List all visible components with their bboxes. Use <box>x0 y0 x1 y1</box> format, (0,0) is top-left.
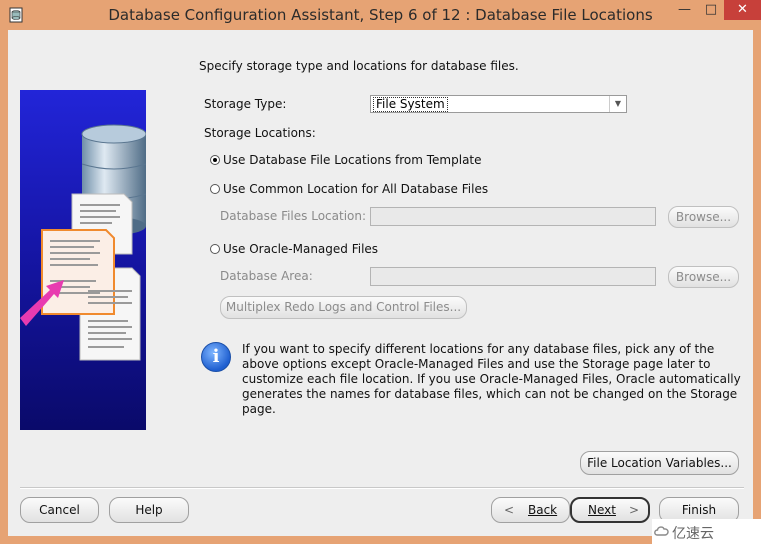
back-button-label: Back <box>528 503 558 517</box>
db-files-location-field[interactable] <box>370 207 656 226</box>
database-files-graphic <box>20 124 146 361</box>
site-watermark: 亿速云 <box>652 519 761 544</box>
dialog-body: Specify storage type and locations for d… <box>8 30 753 536</box>
file-location-variables-button[interactable]: File Location Variables... <box>580 451 739 475</box>
storage-locations-label: Storage Locations: <box>204 126 316 140</box>
chevron-left-icon: < <box>504 503 515 517</box>
maximize-button[interactable]: □ <box>698 0 724 20</box>
chevron-right-icon: > <box>629 503 640 517</box>
back-button[interactable]: < Back <box>491 497 570 523</box>
wizard-illustration <box>20 90 146 430</box>
storage-type-value: File System <box>373 97 448 112</box>
radio-common-location[interactable] <box>210 184 220 194</box>
database-area-label: Database Area: <box>220 269 313 283</box>
info-icon: i <box>201 342 231 372</box>
option-template-locations-label[interactable]: Use Database File Locations from Templat… <box>223 153 482 167</box>
dbca-window: Database Configuration Assistant, Step 6… <box>0 0 761 544</box>
option-oracle-managed-label[interactable]: Use Oracle-Managed Files <box>223 242 378 256</box>
database-area-field[interactable] <box>370 267 656 286</box>
storage-type-select[interactable]: File System ▼ <box>370 95 627 113</box>
radio-template-locations[interactable] <box>210 155 220 165</box>
browse-db-files-button[interactable]: Browse... <box>668 206 739 228</box>
close-button[interactable]: ✕ <box>724 0 761 20</box>
option-common-location-label[interactable]: Use Common Location for All Database Fil… <box>223 182 488 196</box>
watermark-text: 亿速云 <box>672 526 714 542</box>
cloud-logo-icon <box>654 526 669 536</box>
intro-text: Specify storage type and locations for d… <box>199 59 519 73</box>
multiplex-redo-logs-button[interactable]: Multiplex Redo Logs and Control Files... <box>220 296 467 319</box>
cancel-button[interactable]: Cancel <box>20 497 99 523</box>
title-bar[interactable]: Database Configuration Assistant, Step 6… <box>0 0 761 30</box>
footer-divider <box>20 487 744 489</box>
minimize-button[interactable]: — <box>671 0 698 20</box>
radio-oracle-managed[interactable] <box>210 244 220 254</box>
db-files-location-label: Database Files Location: <box>220 209 367 223</box>
browse-database-area-button[interactable]: Browse... <box>668 266 739 288</box>
next-button[interactable]: Next > <box>570 497 650 523</box>
storage-type-label: Storage Type: <box>204 97 287 111</box>
help-button[interactable]: Help <box>109 497 189 523</box>
chevron-down-icon[interactable]: ▼ <box>609 96 626 112</box>
window-title: Database Configuration Assistant, Step 6… <box>108 6 653 24</box>
info-message: If you want to specify different locatio… <box>242 342 741 416</box>
next-button-label: Next <box>588 503 616 517</box>
